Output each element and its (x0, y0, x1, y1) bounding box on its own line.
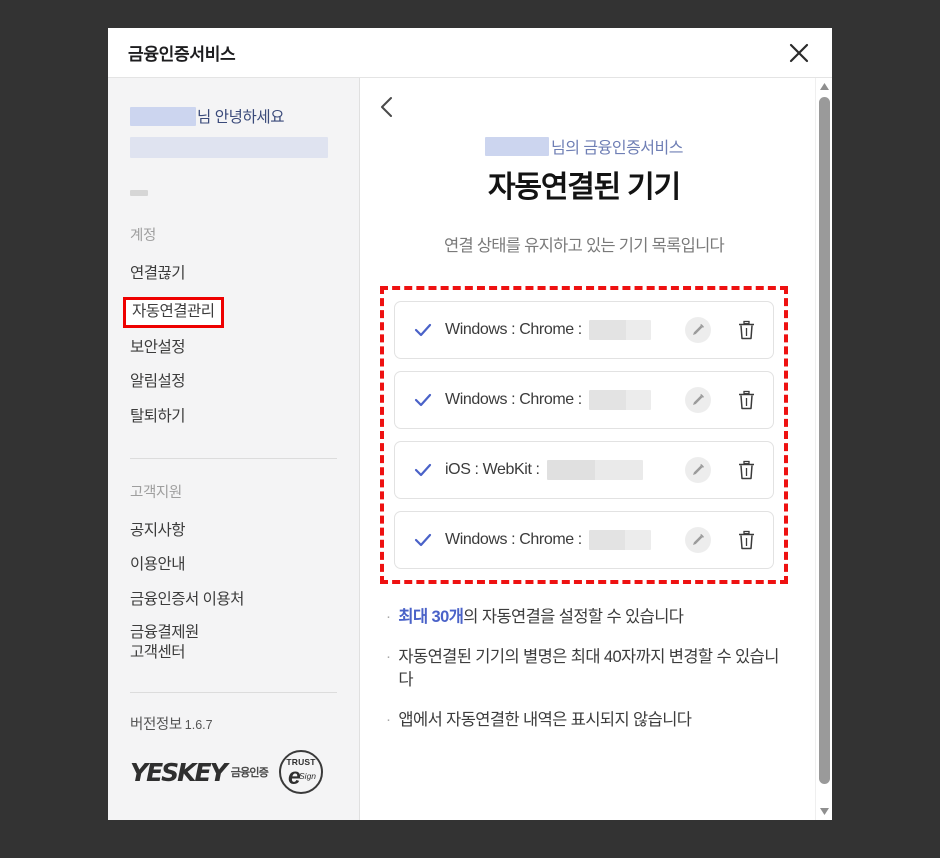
caret-up-icon (819, 83, 829, 90)
check-icon (413, 320, 433, 340)
device-row[interactable]: Windows : Chrome : (394, 371, 774, 429)
yeskey-subtext: 금융인증 (230, 767, 269, 779)
sidebar-header: 님 안녕하세요 (108, 104, 359, 224)
device-row[interactable]: Windows : Chrome : (394, 511, 774, 569)
trust-esign-badge-icon: TRUST e Sign (279, 750, 324, 794)
page-title: 자동연결된 기기 (488, 171, 681, 204)
redacted-divider-mark (130, 190, 148, 196)
caret-down-icon (819, 808, 829, 815)
trust-badge-bottom-text: Sign (299, 771, 317, 781)
check-icon (413, 530, 433, 550)
delete-device-button[interactable] (733, 387, 759, 413)
app-window: 금융인증서비스 님 안녕하세요 계정 연결끊기 자동연결관리 보안설정 알림설정… (108, 28, 832, 820)
redacted-user-detail (130, 137, 328, 158)
main-content: 님의 금융인증서비스 자동연결된 기기 연결 상태를 유지하고 있는 기기 목록… (360, 78, 832, 820)
pencil-icon (693, 464, 704, 475)
notes-list: · 최대 30개의 자동연결을 설정할 수 있습니다 · 자동연결된 기기의 별… (374, 606, 794, 732)
window-title: 금융인증서비스 (128, 45, 236, 64)
note-text: 자동연결된 기기의 별명은 최대 40자까지 변경할 수 있습니다 (398, 648, 779, 690)
redacted-device-alias (588, 320, 651, 340)
sidebar-item-disconnect[interactable]: 연결끊기 (130, 263, 186, 284)
device-label: Windows : Chrome : (445, 321, 582, 338)
note-bullet-icon: · (386, 608, 391, 625)
greeting-row: 님 안녕하세요 (130, 104, 337, 128)
title-bar: 금융인증서비스 (108, 28, 832, 78)
redacted-user-name-main (485, 136, 550, 156)
edit-device-button[interactable] (685, 457, 711, 483)
main-inner: 님의 금융인증서비스 자동연결된 기기 연결 상태를 유지하고 있는 기기 목록… (360, 78, 804, 732)
device-list-highlight-box: Windows : Chrome : Windows: Chrome: iO… (380, 286, 788, 584)
trust-badge-top-text: TRUST (286, 757, 316, 767)
version-number: 1.6.7 (184, 718, 213, 733)
sidebar-item-security-settings[interactable]: 보안설정 (130, 337, 186, 358)
delete-device-button[interactable] (733, 527, 759, 553)
sidebar-item-kftc-customer-center[interactable]: 금융결제원 고객센터 (130, 623, 199, 663)
device-label: Windows : Chrome : (445, 531, 582, 548)
redacted-device-alias (588, 390, 651, 410)
edit-device-button[interactable] (685, 527, 711, 553)
sidebar-divider-1 (130, 457, 337, 459)
note-accent-text: 최대 30개 (398, 608, 464, 626)
vertical-scrollbar[interactable] (815, 78, 832, 820)
note-bullet-icon: · (386, 711, 391, 729)
sidebar-item-cert-usage-sites[interactable]: 금융인증서 이용처 (130, 589, 244, 610)
sidebar-divider-2 (130, 692, 337, 694)
sidebar-group-label-support: 고객지원 (130, 484, 182, 501)
note-item: · 최대 30개의 자동연결을 설정할 수 있습니다 (386, 606, 786, 629)
close-icon (789, 43, 809, 62)
device-label: Windows : Chrome : (445, 391, 582, 408)
sidebar-item-notification-settings[interactable]: 알림설정 (130, 371, 186, 392)
back-button[interactable] (370, 90, 404, 124)
redacted-user-name (130, 106, 196, 126)
sidebar: 님 안녕하세요 계정 연결끊기 자동연결관리 보안설정 알림설정 탈퇴하기 고객… (108, 78, 360, 820)
page-description: 연결 상태를 유지하고 있는 기기 목록입니다 (443, 237, 725, 255)
redacted-device-alias (588, 530, 651, 550)
device-row[interactable]: iOS : WebKit : (394, 441, 774, 499)
sidebar-support-section: 고객지원 공지사항 이용안내 금융인증서 이용처 금융결제원 고객센터 (108, 481, 359, 676)
main-subtitle: 님의 금융인증서비스 (551, 140, 683, 157)
pencil-icon (693, 534, 704, 545)
check-icon (413, 390, 433, 410)
sidebar-item-withdraw[interactable]: 탈퇴하기 (130, 406, 186, 427)
version-label: 버전정보 (130, 717, 182, 734)
pencil-icon (693, 394, 704, 405)
close-button[interactable] (782, 36, 816, 70)
trash-icon (738, 460, 754, 479)
trash-icon (738, 530, 754, 549)
pencil-icon (693, 324, 704, 335)
note-bullet-icon: · (386, 648, 391, 666)
redacted-device-alias (546, 460, 643, 480)
scroll-down-button[interactable] (816, 803, 833, 820)
edit-device-button[interactable] (685, 317, 711, 343)
brand-logo: YESKEY 금융인증 TRUST e Sign (108, 750, 359, 820)
scroll-track[interactable] (816, 95, 833, 803)
edit-device-button[interactable] (685, 387, 711, 413)
note-item: · 자동연결된 기기의 별명은 최대 40자까지 변경할 수 있습니다 (386, 646, 786, 692)
trash-icon (738, 320, 754, 339)
device-row[interactable]: Windows : Chrome : (394, 301, 774, 359)
yeskey-wordmark: YESKEY (130, 757, 228, 787)
sidebar-group-label-account: 계정 (130, 228, 156, 244)
chevron-left-icon (381, 97, 392, 117)
main-subtitle-row: 님의 금융인증서비스 (374, 134, 794, 158)
note-item: · 앱에서 자동연결한 내역은 표시되지 않습니다 (386, 709, 786, 732)
note-text: 최대 30개의 자동연결을 설정할 수 있습니다 (398, 606, 684, 629)
note-text: 앱에서 자동연결한 내역은 표시되지 않습니다 (398, 711, 692, 730)
check-icon (413, 460, 433, 480)
version-info-row: 버전정보 1.6.7 (108, 713, 359, 734)
delete-device-button[interactable] (733, 457, 759, 483)
sidebar-item-notice[interactable]: 공지사항 (130, 520, 186, 541)
scroll-thumb[interactable] (818, 97, 830, 784)
sidebar-item-usage-guide[interactable]: 이용안내 (130, 554, 186, 575)
device-label: iOS : WebKit : (445, 461, 540, 478)
sidebar-account-section: 계정 연결끊기 자동연결관리 보안설정 알림설정 탈퇴하기 (108, 224, 359, 440)
greeting-text: 님 안녕하세요 (197, 109, 285, 126)
trash-icon (738, 390, 754, 409)
sidebar-item-auto-connect-manage[interactable]: 자동연결관리 (123, 297, 224, 328)
window-body: 님 안녕하세요 계정 연결끊기 자동연결관리 보안설정 알림설정 탈퇴하기 고객… (108, 78, 832, 820)
note-rest-text: 의 자동연결을 설정할 수 있습니다 (463, 608, 684, 626)
delete-device-button[interactable] (733, 317, 759, 343)
scroll-up-button[interactable] (816, 78, 833, 95)
